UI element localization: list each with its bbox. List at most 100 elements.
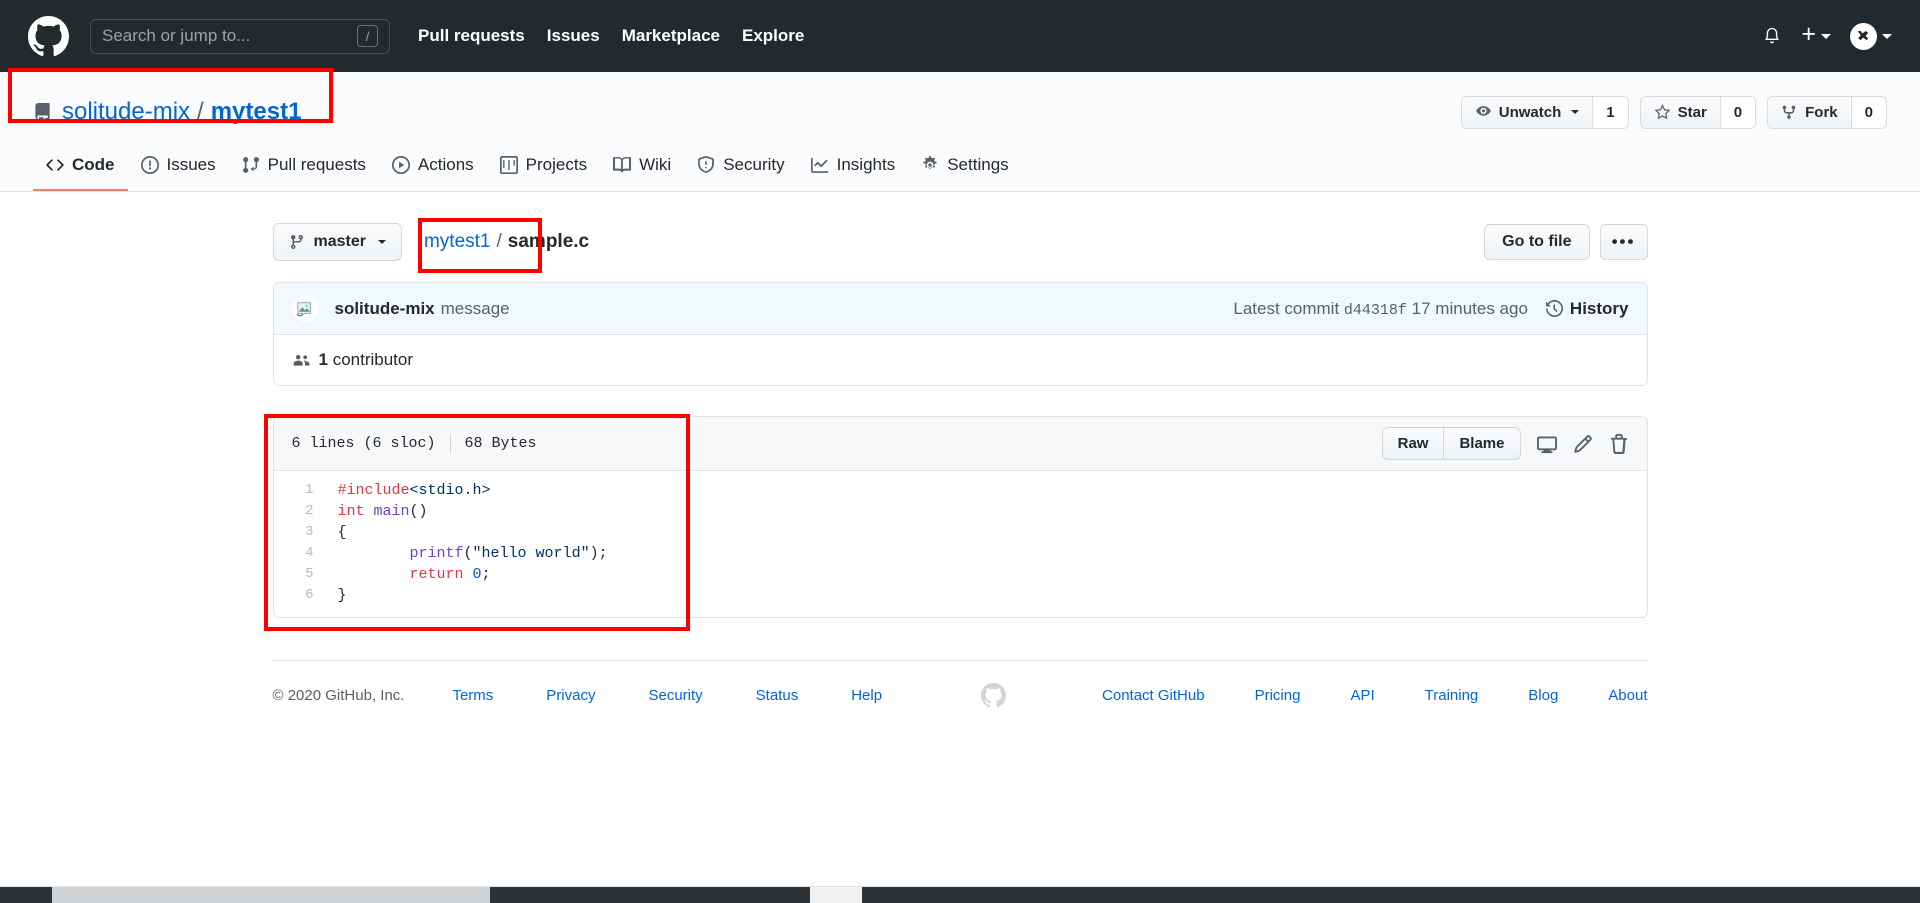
copyright-text: © 2020 GitHub, Inc. [272, 687, 405, 704]
code-top-padding [274, 471, 1647, 481]
fork-icon [1782, 105, 1796, 119]
search-input[interactable] [102, 26, 357, 46]
scrollbar-dark-segment-a [490, 887, 810, 903]
shield-icon [698, 156, 715, 173]
line-content: { [326, 523, 1647, 544]
repo-name-link[interactable]: mytest1 [211, 98, 302, 126]
tab-actions[interactable]: Actions [379, 145, 487, 191]
footer-link-about[interactable]: About [1608, 687, 1647, 704]
line-number[interactable]: 5 [274, 565, 326, 586]
branch-selector-button[interactable]: master [272, 223, 402, 261]
star-count[interactable]: 0 [1719, 96, 1756, 128]
file-navigation-row: master mytest1 / sample.c Go to file ••• [272, 222, 1648, 262]
desktop-download-icon[interactable] [1536, 434, 1557, 454]
nav-issues[interactable]: Issues [547, 26, 600, 46]
main-content: master mytest1 / sample.c Go to file ••• [272, 192, 1648, 708]
footer-link-blog[interactable]: Blog [1528, 687, 1558, 704]
go-to-file-button[interactable]: Go to file [1484, 224, 1590, 260]
star-button[interactable]: Star [1640, 96, 1720, 128]
commit-author-name[interactable]: solitude-mix [335, 299, 435, 319]
commit-message[interactable]: message [441, 299, 510, 319]
footer-link-training[interactable]: Training [1425, 687, 1479, 704]
code-token: () [409, 503, 428, 520]
tab-code-label: Code [72, 155, 115, 174]
commit-sha[interactable]: d44318f [1344, 302, 1407, 319]
unwatch-button[interactable]: Unwatch [1461, 96, 1593, 128]
footer-link-privacy[interactable]: Privacy [546, 687, 595, 704]
create-new-button[interactable]: + [1801, 21, 1831, 49]
line-number[interactable]: 6 [274, 586, 326, 607]
tab-settings[interactable]: Settings [908, 145, 1021, 191]
trash-icon[interactable] [1609, 433, 1629, 454]
fork-button[interactable]: Fork [1768, 96, 1851, 128]
fork-button-group[interactable]: Fork 0 [1767, 95, 1887, 129]
search-box[interactable]: / [90, 18, 390, 54]
code-line: 3{ [274, 523, 1647, 544]
code-token: int [337, 503, 374, 520]
footer-link-security[interactable]: Security [648, 687, 702, 704]
global-nav: Pull requests Issues Marketplace Explore [418, 26, 804, 46]
code-token: "hello world" [472, 545, 590, 562]
nav-explore[interactable]: Explore [742, 26, 804, 46]
scrollbar-thumb[interactable] [0, 887, 495, 903]
pencil-icon[interactable] [1573, 434, 1593, 454]
fork-count[interactable]: 0 [1850, 96, 1886, 128]
line-number[interactable]: 4 [274, 544, 326, 565]
contributors-row: 1 contributor [273, 335, 1647, 385]
line-number[interactable]: 2 [274, 502, 326, 523]
raw-blame-button-group[interactable]: Raw Blame [1381, 427, 1521, 460]
watch-button-group[interactable]: Unwatch 1 [1460, 95, 1629, 129]
header-right-actions: + [1762, 21, 1892, 50]
blame-button[interactable]: Blame [1443, 428, 1519, 459]
tab-projects-label: Projects [525, 155, 588, 174]
watch-count[interactable]: 1 [1592, 96, 1628, 128]
file-path-breadcrumb: mytest1 / sample.c [424, 231, 589, 253]
code-body[interactable]: 1 #include<stdio.h> 2 int main() 3{4 printf(… [274, 481, 1647, 607]
star-button-group[interactable]: Star 0 [1639, 95, 1757, 129]
github-mark-icon[interactable] [28, 15, 69, 57]
chevron-down-icon [1571, 110, 1580, 114]
latest-commit-box: solitude-mix message Latest commit d4431… [272, 282, 1648, 386]
code-token: 0 [472, 566, 482, 583]
tab-security[interactable]: Security [684, 145, 797, 191]
account-menu-button[interactable] [1850, 22, 1892, 50]
footer-right-links: Contact GitHub Pricing API Training Blog… [1052, 687, 1647, 704]
footer-link-contact-github[interactable]: Contact GitHub [1102, 687, 1205, 704]
tab-projects[interactable]: Projects [487, 145, 600, 191]
more-options-button[interactable]: ••• [1599, 224, 1648, 260]
code-token: ( [463, 545, 473, 562]
gear-icon [923, 156, 937, 170]
code-line: 1 #include<stdio.h> [274, 481, 1647, 502]
footer-link-help[interactable]: Help [851, 687, 882, 704]
footer-link-status[interactable]: Status [756, 687, 799, 704]
footer-link-terms[interactable]: Terms [452, 687, 493, 704]
tab-code[interactable]: Code [33, 145, 128, 191]
history-link[interactable]: History [1545, 299, 1629, 319]
nav-marketplace[interactable]: Marketplace [622, 26, 720, 46]
tab-wiki[interactable]: Wiki [600, 145, 684, 191]
scrollbar-left-cap [0, 887, 52, 903]
tab-insights[interactable]: Insights [798, 145, 909, 191]
repository-tabs: Code Issues Pull requests Actions Projec… [33, 145, 1887, 191]
bell-icon[interactable] [1762, 26, 1782, 46]
code-token: ; [481, 566, 491, 583]
horizontal-scrollbar[interactable] [0, 886, 1920, 903]
tab-issues[interactable]: Issues [128, 145, 229, 191]
repo-owner-link[interactable]: solitude-mix [62, 98, 190, 126]
code-bottom-padding [274, 607, 1647, 617]
code-token: { [337, 524, 347, 541]
code-line: 4 printf("hello world"); [274, 544, 1647, 565]
book-icon [613, 157, 632, 173]
footer-link-pricing[interactable]: Pricing [1255, 687, 1301, 704]
blob-stat-divider [449, 434, 451, 453]
line-number[interactable]: 3 [274, 523, 326, 544]
line-number[interactable]: 1 [274, 481, 326, 502]
breadcrumb-root-link[interactable]: mytest1 [424, 231, 491, 253]
eye-icon [1475, 105, 1491, 116]
raw-button[interactable]: Raw [1383, 428, 1444, 459]
nav-pull-requests[interactable]: Pull requests [418, 26, 525, 46]
tab-pull-requests[interactable]: Pull requests [229, 145, 379, 191]
chevron-down-icon [1821, 33, 1831, 39]
footer-link-api[interactable]: API [1350, 687, 1374, 704]
